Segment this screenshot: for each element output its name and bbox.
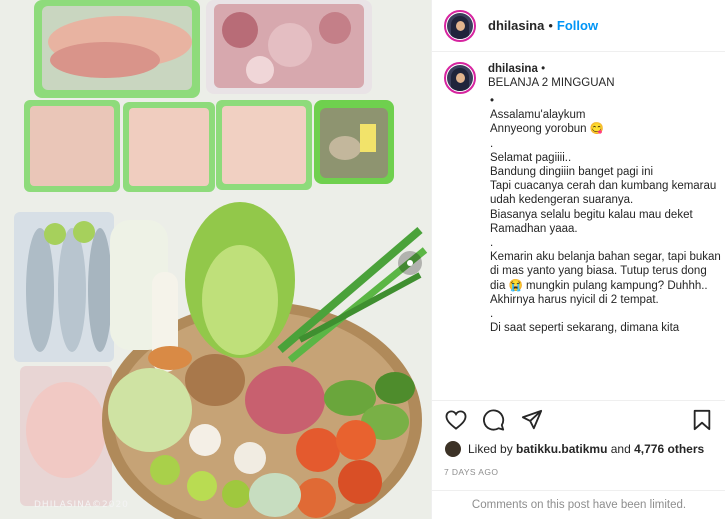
caption-body: • Assalamu'alaykum Annyeong yorobun 😋 . … [490, 95, 721, 335]
likes-conj: and [610, 442, 631, 456]
carousel-indicator[interactable] [398, 251, 422, 275]
follow-button[interactable]: Follow [557, 18, 598, 33]
post-header: dhilasina • Follow [432, 0, 725, 52]
header-username[interactable]: dhilasina [488, 18, 544, 33]
post-photo[interactable]: DHILASINA©2020 [0, 0, 431, 519]
caption-row: dhilasina • BELANJA 2 MINGGUAN [444, 62, 725, 94]
liker-avatar[interactable] [444, 440, 462, 458]
carousel-dot-icon [407, 260, 413, 266]
caption-dot: • [541, 63, 546, 75]
avatar[interactable] [444, 9, 476, 42]
caption-avatar[interactable] [444, 62, 476, 94]
action-bar [432, 400, 725, 438]
post-side-panel: dhilasina • Follow dhilasina • BELANJA 2… [431, 0, 725, 519]
comment-icon[interactable] [482, 408, 506, 432]
bookmark-icon[interactable] [690, 408, 714, 432]
caption-head: dhilasina • BELANJA 2 MINGGUAN [488, 62, 714, 94]
groceries-image [0, 0, 431, 519]
liker-username[interactable]: batikku.batikmu [516, 442, 607, 456]
likes-prefix: Liked by [468, 442, 513, 456]
likes-count[interactable]: 4,776 others [634, 442, 704, 456]
share-icon[interactable] [520, 408, 544, 432]
caption-area[interactable]: dhilasina • BELANJA 2 MINGGUAN • Assalam… [432, 62, 725, 400]
photo-watermark: DHILASINA©2020 [34, 500, 129, 510]
caption-title: BELANJA 2 MINGGUAN [488, 77, 615, 89]
likes-row: Liked by batikku.batikmu and 4,776 other… [444, 440, 704, 458]
heart-icon[interactable] [444, 408, 468, 432]
comments-limited-notice: Comments on this post have been limited. [432, 490, 725, 519]
header-separator: • [548, 18, 553, 33]
caption-username[interactable]: dhilasina [488, 63, 538, 75]
post-timestamp[interactable]: 7 DAYS AGO [444, 467, 498, 477]
